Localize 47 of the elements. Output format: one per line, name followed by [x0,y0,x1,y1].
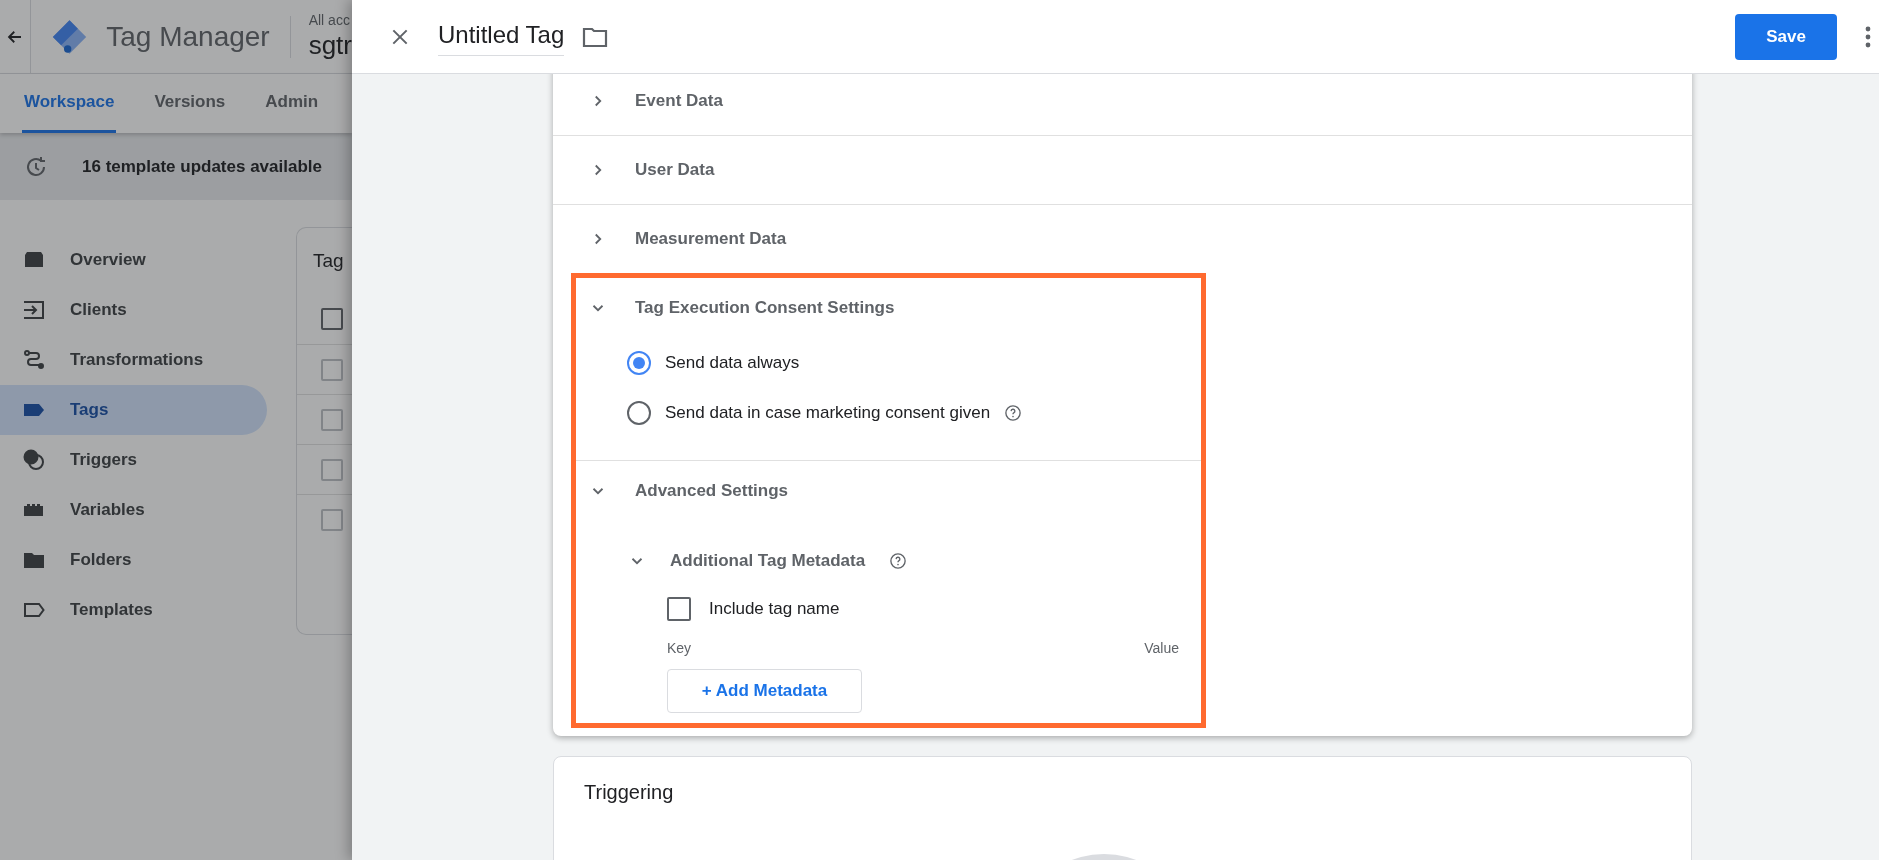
radio-button[interactable] [627,351,651,375]
overlapping-circles-icon [22,448,46,472]
sidebar-item[interactable]: Transformations [0,335,267,385]
notice-text: 16 template updates available [82,156,322,177]
checkbox[interactable] [321,508,343,531]
help-icon[interactable] [1004,404,1023,422]
save-button[interactable]: Save [1735,13,1837,60]
sidebar-item[interactable]: Tags [0,385,267,435]
help-icon[interactable] [889,552,908,570]
diamond-logo-icon [51,17,89,56]
sidebar-item[interactable]: Clients [0,285,267,335]
table-title: Tag [313,250,344,272]
path-icon [22,348,46,372]
column-header: Value [1144,640,1179,656]
subsection-title: Additional Tag Metadata [670,551,866,571]
folder-icon [582,25,609,48]
section-title: Measurement Data [635,229,787,249]
container-name: sgtr [308,30,352,61]
checkbox[interactable] [321,308,343,330]
option-label: Send data always [665,353,800,373]
column-header: Key [667,640,692,656]
tag-name-field[interactable]: Untitled Tag [438,17,565,56]
nav-tab[interactable]: Versions [152,74,228,133]
sidebar-item[interactable]: Overview [0,235,267,285]
add-metadata-button[interactable]: + Add Metadata [667,669,862,713]
card-title: Triggering [584,781,674,804]
update-clock-icon [24,154,48,179]
section-title: Tag Execution Consent Settings [635,298,895,318]
sidebar-item[interactable]: Templates [0,585,267,635]
section-title: Advanced Settings [635,481,789,501]
more-icon [1865,25,1871,48]
checkbox[interactable] [321,408,343,431]
section-title: Event Data [635,90,723,111]
account-label: All acc [308,12,351,28]
checkbox[interactable] [667,597,691,621]
checkbox[interactable] [321,458,343,481]
sign-in-icon [22,298,46,322]
radio-button[interactable] [627,401,651,425]
app-title: Tag Manager [106,20,270,53]
sidebar-item[interactable]: Triggers [0,435,267,485]
nav-tab[interactable]: Admin [263,74,321,133]
checkbox[interactable] [321,358,343,381]
option-label: Send data in case marketing consent given [665,403,991,423]
sidebar-item[interactable]: Folders [0,535,267,585]
section-title: User Data [635,160,715,180]
sidebar-item[interactable]: Variables [0,485,267,535]
checkbox-label: Include tag name [709,599,840,619]
